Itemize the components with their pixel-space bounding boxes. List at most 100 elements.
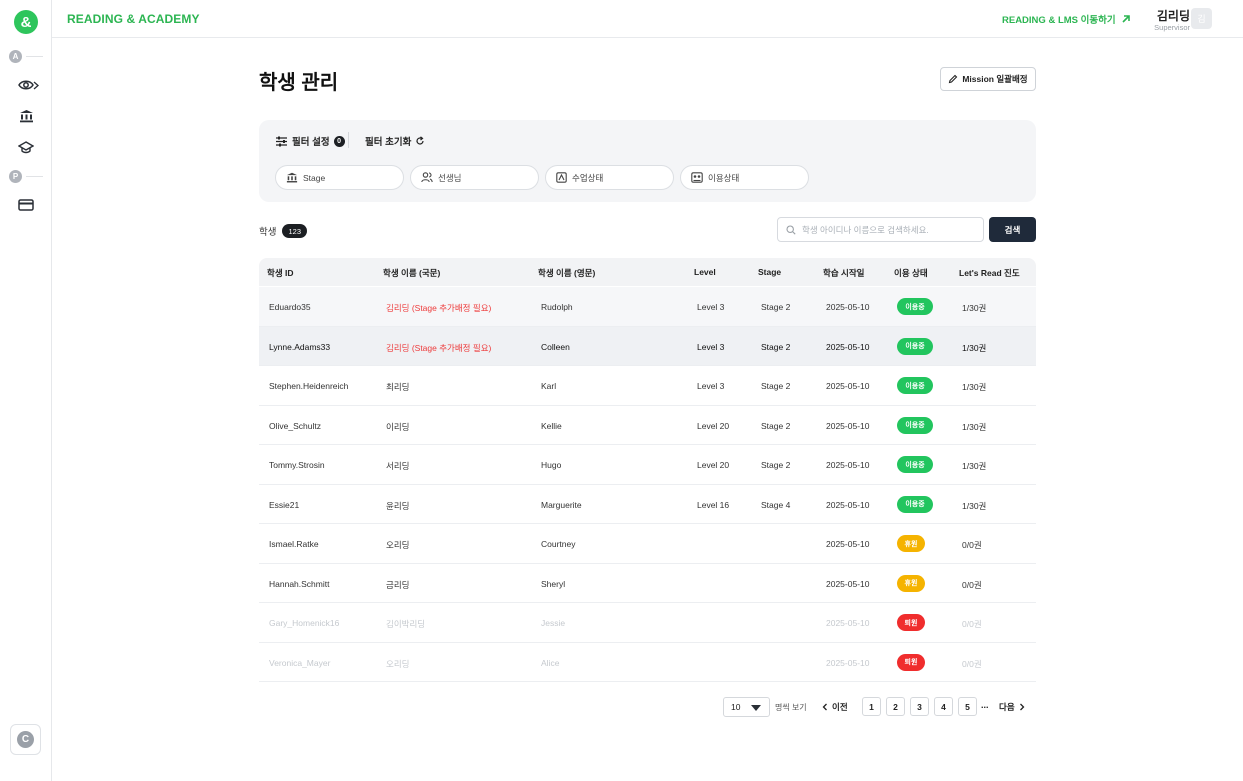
- avatar[interactable]: 김: [1191, 8, 1212, 29]
- filter-reset-button[interactable]: 필터 초기화: [365, 134, 425, 148]
- cell-start-date: 2025-05-10: [826, 381, 870, 391]
- cell-student-id: Tommy.Strosin: [269, 460, 325, 470]
- table-row[interactable]: Lynne.Adams33 김리딩 (Stage 추가배정 필요) Collee…: [259, 326, 1036, 366]
- page-button-1[interactable]: 1: [862, 697, 881, 716]
- section-p-badge: P: [9, 169, 22, 183]
- filter-settings-button[interactable]: 필터 설정 0: [275, 134, 345, 148]
- column-header-status[interactable]: 이용 상태: [894, 267, 928, 279]
- lms-link-label: READING & LMS 이동하기: [1002, 15, 1116, 26]
- status-badge: 퇴원: [897, 614, 925, 631]
- filter-settings-label: 필터 설정: [292, 137, 330, 148]
- cell-student-id: Hannah.Schmitt: [269, 578, 330, 589]
- cell-student-id: Ismael.Ratke: [269, 539, 319, 549]
- filter-reset-label: 필터 초기화: [365, 137, 412, 148]
- column-header-progress[interactable]: Let's Read 진도: [959, 267, 1020, 279]
- cell-start-date: 2025-05-10: [826, 657, 870, 668]
- bottom-profile-button[interactable]: C: [10, 724, 41, 755]
- cell-start-date: 2025-05-10: [826, 460, 870, 470]
- table-row[interactable]: Veronica_Mayer 오리딩 Alice 2025-05-10 퇴원 0…: [259, 643, 1036, 682]
- column-header-start-date[interactable]: 학습 시작일: [823, 267, 864, 279]
- page-button-3[interactable]: 3: [910, 697, 929, 716]
- status-badge: 이용중: [897, 495, 933, 513]
- cell-level: Level 3: [697, 381, 725, 391]
- cell-name-en: Colleen: [541, 341, 570, 352]
- cell-stage: Stage 2: [761, 302, 791, 312]
- filter-chip-class-status[interactable]: 수업상태: [545, 165, 674, 190]
- table-row[interactable]: Ismael.Ratke 오리딩 Courtney 2025-05-10 휴원 …: [259, 524, 1036, 564]
- table-row[interactable]: Tommy.Strosin 서리딩 Hugo Level 20 Stage 2 …: [259, 445, 1036, 485]
- table-row[interactable]: Hannah.Schmitt 금리딩 Sheryl 2025-05-10 휴원 …: [259, 564, 1036, 603]
- mission-button-label: Mission 일괄배정: [962, 74, 1028, 84]
- table-body: Eduardo35 김리딩 (Stage 추가배정 필요) Rudolph Le…: [259, 287, 1036, 682]
- institution-icon: [286, 172, 298, 183]
- next-page-label: 다음: [999, 702, 1015, 712]
- page-button-2[interactable]: 2: [886, 697, 905, 716]
- filter-chip-usage-status[interactable]: 이용상태: [680, 165, 809, 190]
- sliders-icon: [276, 136, 287, 146]
- cell-progress: 1/30권: [962, 342, 987, 353]
- cell-student-id: Stephen.Heidenreich: [269, 381, 349, 391]
- filter-chip-stage[interactable]: Stage: [275, 165, 404, 190]
- lms-link[interactable]: READING & LMS 이동하기: [1002, 12, 1131, 26]
- search-icon: [786, 224, 796, 235]
- cell-progress: 1/30권: [962, 500, 987, 511]
- institution-icon[interactable]: [17, 107, 35, 125]
- page-button-5[interactable]: 5: [958, 697, 977, 716]
- filter-panel: 필터 설정 0 필터 초기화 Stage 선생님 수업상태 이용상태: [259, 120, 1036, 202]
- cell-stage: Stage 4: [761, 499, 791, 510]
- filter-chip-label: 선생님: [438, 172, 462, 183]
- search-button[interactable]: 검색: [989, 217, 1036, 242]
- cell-start-date: 2025-05-10: [826, 578, 870, 589]
- search-box[interactable]: [777, 217, 984, 242]
- status-badge: 이용중: [897, 377, 933, 394]
- credit-card-icon[interactable]: [17, 196, 35, 214]
- column-header-id[interactable]: 학생 ID: [267, 267, 294, 279]
- column-header-level[interactable]: Level: [694, 267, 716, 277]
- pagination-ellipsis: ...: [981, 700, 989, 710]
- table-row[interactable]: Eduardo35 김리딩 (Stage 추가배정 필요) Rudolph Le…: [259, 287, 1036, 327]
- cell-student-id: Veronica_Mayer: [269, 657, 331, 668]
- app-logo[interactable]: &: [14, 10, 38, 34]
- table-row[interactable]: Gary_Homenick16 김이박리딩 Jessie 2025-05-10 …: [259, 603, 1036, 643]
- filter-chip-teacher[interactable]: 선생님: [410, 165, 539, 190]
- chevron-right-icon[interactable]: [33, 78, 41, 92]
- column-header-stage[interactable]: Stage: [758, 267, 781, 277]
- cell-name-ko: 김이박리딩: [386, 619, 426, 629]
- page-button-4[interactable]: 4: [934, 697, 953, 716]
- brand-title[interactable]: READING & ACADEMY: [67, 12, 200, 26]
- mission-bulk-assign-button[interactable]: Mission 일괄배정: [940, 67, 1036, 91]
- cell-level: Level 20: [697, 460, 730, 470]
- page-size-select[interactable]: 10: [723, 697, 770, 717]
- cell-name-ko: 김리딩 (Stage 추가배정 필요): [386, 342, 492, 353]
- cell-name-en: Rudolph: [541, 302, 573, 312]
- cell-name-en: Marguerite: [541, 499, 582, 510]
- column-header-name-ko[interactable]: 학생 이름 (국문): [383, 267, 440, 279]
- section-p-marker: P: [9, 169, 43, 183]
- prev-page-label: 이전: [832, 702, 848, 712]
- cell-level: Level 3: [697, 341, 725, 352]
- cell-student-id: Eduardo35: [269, 302, 311, 312]
- usage-status-icon: [691, 172, 703, 183]
- status-badge: 이용중: [897, 337, 933, 355]
- cell-progress: 1/30권: [962, 461, 987, 471]
- cell-level: Level 20: [697, 420, 730, 431]
- table-row[interactable]: Stephen.Heidenreich 최리딩 Karl Level 3 Sta…: [259, 366, 1036, 406]
- users-icon: [421, 172, 433, 183]
- user-role: Supervisor: [1154, 23, 1190, 32]
- prev-page-button[interactable]: 이전: [822, 701, 848, 713]
- cell-progress: 0/0권: [962, 658, 982, 669]
- column-header-name-en[interactable]: 학생 이름 (영문): [538, 267, 595, 279]
- chevron-left-icon: [822, 703, 827, 711]
- next-page-button[interactable]: 다음: [999, 701, 1025, 713]
- cell-progress: 0/0권: [962, 540, 982, 550]
- table-row[interactable]: Olive_Schultz 이리딩 Kellie Level 20 Stage …: [259, 406, 1036, 445]
- table-row[interactable]: Essie21 윤리딩 Marguerite Level 16 Stage 4 …: [259, 485, 1036, 524]
- filter-chip-label: 이용상태: [708, 172, 740, 183]
- chevron-right-icon: [1019, 703, 1025, 711]
- refresh-icon: [416, 136, 424, 145]
- cell-start-date: 2025-05-10: [826, 618, 870, 628]
- graduation-cap-icon[interactable]: [17, 138, 35, 156]
- cell-student-id: Lynne.Adams33: [269, 341, 331, 352]
- cell-student-id: Gary_Homenick16: [269, 618, 340, 628]
- search-input[interactable]: [802, 224, 972, 235]
